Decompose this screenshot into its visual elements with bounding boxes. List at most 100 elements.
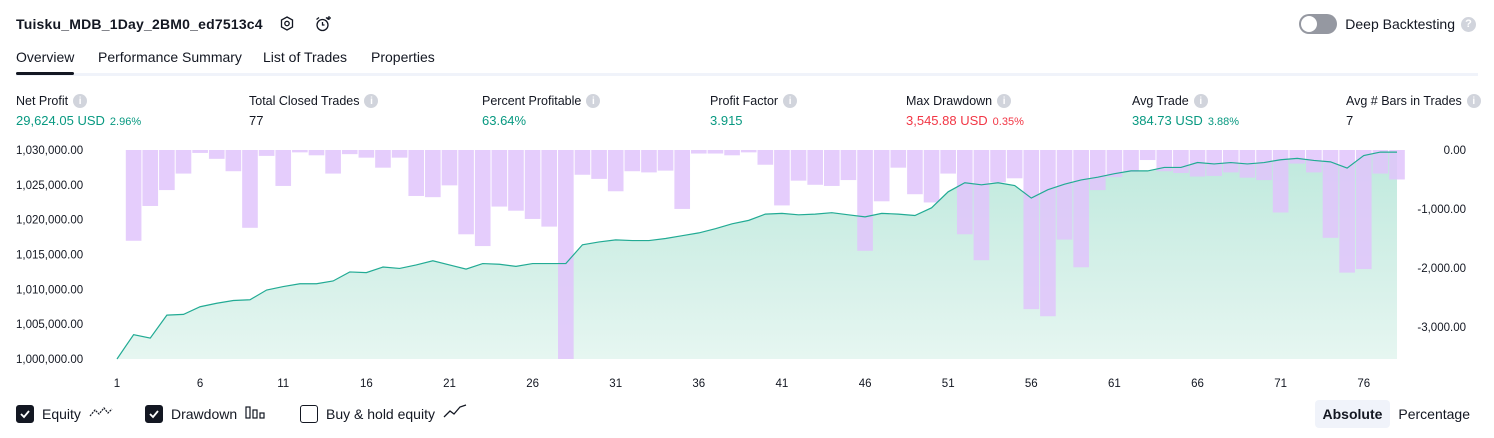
y-left-tick-label: 1,030,000.00: [16, 145, 83, 157]
metric-avg-trade: Avg Trade i 384.73 USD 3.88%: [1132, 93, 1239, 129]
tab-list-of-trades[interactable]: List of Trades: [263, 49, 347, 65]
x-tick-label: 36: [692, 378, 705, 390]
buy-hold-checkbox[interactable]: Buy & hold equity: [300, 404, 467, 423]
metric-percent: 2.96%: [109, 116, 142, 128]
drawdown-label: Drawdown: [171, 405, 238, 422]
drawdown-bar: [142, 150, 159, 206]
drawdown-bar: [873, 150, 890, 202]
drawdown-bar: [1222, 150, 1239, 173]
drawdown-bar: [558, 150, 574, 359]
deep-backtesting-toggle[interactable]: [1299, 14, 1338, 34]
metric-profit-factor: Profit Factor i 3.915: [710, 93, 798, 129]
drawdown-bar: [159, 150, 175, 191]
x-tick-label: 51: [942, 378, 955, 390]
drawdown-bar: [491, 150, 508, 207]
info-icon[interactable]: i: [586, 94, 601, 108]
drawdown-bar: [1139, 150, 1156, 161]
add-alert-icon[interactable]: [311, 12, 335, 36]
equity-checkbox[interactable]: Equity: [16, 404, 113, 423]
drawdown-bar: [657, 150, 674, 171]
metric-percent: 3.88%: [1207, 116, 1240, 128]
drawdown-bars-icon: [245, 404, 267, 423]
metric-percent-profitable: Percent Profitable i 63.64%: [482, 93, 601, 129]
metric-value: 3,545.88 USD: [906, 113, 988, 128]
metric-total-closed-trades: Total Closed Trades i 77: [249, 93, 379, 129]
drawdown-bar: [1123, 150, 1139, 172]
drawdown-bar: [624, 150, 641, 172]
settings-icon[interactable]: [275, 12, 299, 36]
tab-performance-summary[interactable]: Performance Summary: [98, 49, 242, 65]
drawdown-bar: [1173, 150, 1189, 173]
y-left-tick-label: 1,015,000.00: [16, 250, 83, 262]
metric-label: Profit Factor: [710, 94, 779, 108]
percentage-button[interactable]: Percentage: [1390, 400, 1478, 428]
info-icon[interactable]: i: [1466, 94, 1481, 108]
drawdown-bar: [857, 150, 873, 251]
drawdown-bar: [956, 150, 973, 235]
toggle-knob: [1301, 16, 1318, 32]
drawdown-bar: [757, 150, 774, 165]
x-tick-label: 76: [1357, 378, 1370, 390]
drawdown-bar: [674, 150, 691, 209]
drawdown-bar: [474, 150, 491, 247]
x-tick-label: 56: [1025, 378, 1038, 390]
info-icon[interactable]: i: [783, 94, 798, 108]
info-icon[interactable]: i: [73, 94, 88, 108]
info-icon[interactable]: i: [997, 94, 1012, 108]
drawdown-bar: [458, 150, 474, 235]
drawdown-bar: [242, 150, 258, 228]
metric-max-drawdown: Max Drawdown i 3,545.88 USD 0.35%: [906, 93, 1024, 129]
help-icon[interactable]: ?: [1461, 16, 1476, 32]
drawdown-checkbox[interactable]: Drawdown: [145, 404, 267, 423]
drawdown-bar: [724, 150, 740, 156]
drawdown-bar: [774, 150, 790, 206]
y-left-tick-label: 1,020,000.00: [16, 215, 83, 227]
drawdown-bar: [292, 150, 308, 153]
x-tick-label: 11: [277, 378, 289, 390]
drawdown-bar: [341, 150, 358, 155]
checkbox-unchecked-icon: [300, 404, 318, 423]
drawdown-bar: [425, 150, 441, 198]
tab-overview[interactable]: Overview: [16, 49, 75, 75]
info-icon[interactable]: i: [1193, 94, 1208, 108]
drawdown-bar: [391, 150, 408, 158]
metric-label: Percent Profitable: [482, 94, 582, 108]
x-tick-label: 31: [609, 378, 622, 390]
y-left-tick-label: 1,005,000.00: [16, 319, 83, 331]
drawdown-bar: [691, 150, 707, 154]
drawdown-bar: [1289, 150, 1306, 164]
metric-value: 63.64%: [482, 113, 527, 128]
equity-label: Equity: [42, 405, 81, 422]
drawdown-bar: [441, 150, 458, 186]
metric-label: Total Closed Trades: [249, 94, 360, 108]
y-right-tick-label: -1,000.00: [1417, 204, 1466, 216]
deep-backtesting-label: Deep Backtesting: [1345, 16, 1455, 32]
y-right-tick-label: -3,000.00: [1417, 322, 1466, 334]
x-tick-label: 41: [776, 378, 789, 390]
drawdown-bar: [1006, 150, 1023, 179]
drawdown-bar: [1355, 150, 1372, 270]
info-icon[interactable]: i: [364, 94, 379, 108]
buy-hold-line-icon: [443, 404, 467, 423]
drawdown-bar: [175, 150, 192, 174]
tab-properties[interactable]: Properties: [371, 49, 435, 65]
metric-label: Max Drawdown: [906, 94, 993, 108]
drawdown-bar: [308, 150, 325, 156]
drawdown-bar: [973, 150, 990, 261]
metric-value: 77: [249, 113, 264, 128]
drawdown-bar: [607, 150, 624, 192]
drawdown-bar: [541, 150, 558, 227]
chart-legend-bar: Equity Drawdown Buy & hold equity Absolu…: [16, 400, 1478, 428]
drawdown-bar: [1073, 150, 1089, 268]
x-tick-label: 21: [443, 378, 456, 390]
equity-drawdown-chart[interactable]: 1,030,000.00 1,025,000.00 1,020,000.00 1,01…: [0, 138, 1494, 392]
drawdown-bar: [1089, 150, 1106, 191]
scale-toggle: Absolute Percentage: [1314, 400, 1479, 428]
drawdown-bar: [375, 150, 391, 168]
x-tick-label: 61: [1108, 378, 1121, 390]
x-tick-label: 16: [360, 378, 373, 390]
tab-bar: Overview Performance Summary List of Tra…: [16, 44, 1478, 76]
absolute-button[interactable]: Absolute: [1314, 400, 1391, 428]
metric-value: 384.73 USD: [1132, 113, 1203, 128]
drawdown-bar: [790, 150, 807, 181]
